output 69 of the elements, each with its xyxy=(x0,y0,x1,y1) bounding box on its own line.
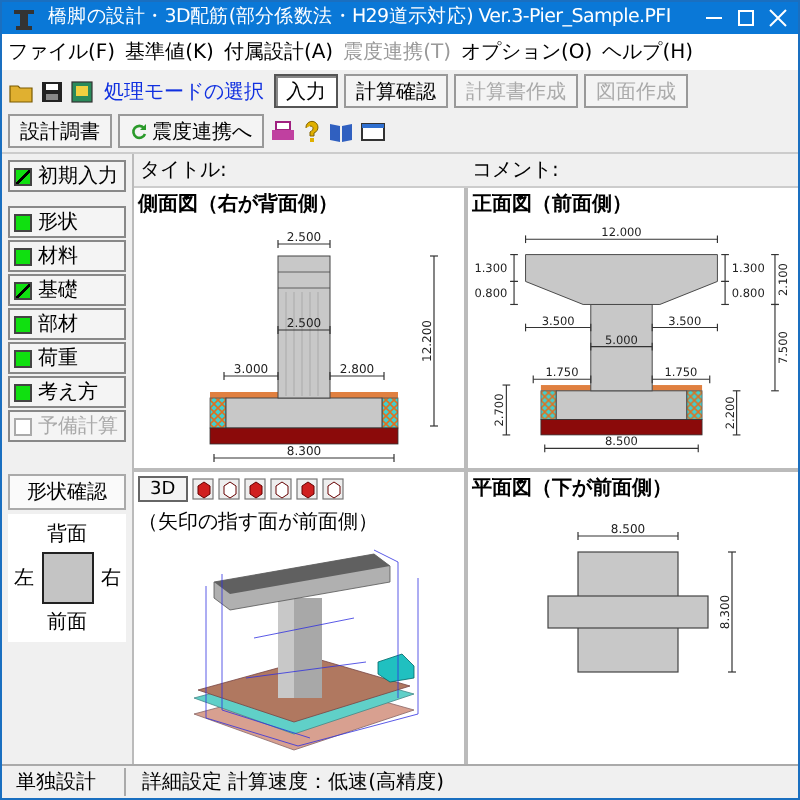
help-icon[interactable] xyxy=(302,119,322,143)
dimension-line xyxy=(732,390,741,436)
view-cube-icon[interactable] xyxy=(243,478,266,500)
dimension-line xyxy=(651,323,718,332)
nav-button[interactable]: 初期入力 xyxy=(8,160,126,192)
window-icon[interactable] xyxy=(360,119,386,143)
dimension-line xyxy=(651,374,711,384)
3d-button[interactable]: 3D xyxy=(138,476,188,502)
view-cube-icon[interactable] xyxy=(217,478,240,500)
book-icon[interactable] xyxy=(328,119,354,143)
mode-button[interactable]: 設計調書 xyxy=(8,114,112,148)
view-title: 正面図（前面側） xyxy=(470,191,634,220)
pier-column xyxy=(277,255,331,399)
mode-button[interactable]: 計算確認 xyxy=(344,74,448,108)
pier-column xyxy=(590,304,653,392)
comment-label: コメント: xyxy=(470,158,561,186)
dimension-line xyxy=(223,371,279,381)
dimension-line xyxy=(277,239,331,249)
save-icon[interactable] xyxy=(40,79,64,103)
mode-button[interactable]: 入力 xyxy=(274,74,338,108)
top-soil-strip xyxy=(540,385,591,391)
window-title: 橋脚の設計・3D配筋(部分係数法・H29道示対応) Ver.3-Pier_Sample.PFI xyxy=(48,6,673,30)
nav-button[interactable]: 部材 xyxy=(8,308,126,340)
dimension-line xyxy=(329,371,385,381)
refresh-icon xyxy=(130,122,148,140)
link-button[interactable]: 震度連携へ xyxy=(118,114,264,148)
view-cube-icon[interactable] xyxy=(295,478,318,500)
menu-item[interactable]: 付属設計(A) xyxy=(223,38,334,66)
view-cube-icon[interactable] xyxy=(191,478,214,500)
dimension-line xyxy=(532,374,592,384)
orientation-square xyxy=(41,552,93,604)
backfill-hatch xyxy=(540,390,557,420)
backfill-hatch xyxy=(209,397,227,429)
nav-button[interactable]: 材料 xyxy=(8,240,126,272)
dimension-line xyxy=(727,551,737,673)
view-cube-icon[interactable] xyxy=(269,478,292,500)
section-label: 形状確認 xyxy=(8,474,126,510)
title-label: タイトル: xyxy=(138,158,229,186)
menu-item[interactable]: 基準値(K) xyxy=(125,38,214,66)
nav-button[interactable]: 基礎 xyxy=(8,274,126,306)
nav-button[interactable]: 考え方 xyxy=(8,376,126,408)
status-text: 詳細設定 計算速度：低速(高精度) xyxy=(140,769,446,796)
status-text: 単独設計 xyxy=(8,768,126,796)
dimension-line xyxy=(277,325,331,335)
dimension-line xyxy=(577,531,679,541)
mode-label: 処理モードの選択 xyxy=(104,79,264,105)
orientation-label: 背面 xyxy=(47,521,87,548)
nav-button[interactable]: 形状 xyxy=(8,206,126,238)
view-title: 平面図（下が前面側） xyxy=(470,475,674,504)
image-icon[interactable] xyxy=(70,79,94,103)
menu-item[interactable]: ヘルプ(H) xyxy=(602,38,694,66)
orientation-label: 右 xyxy=(100,566,121,592)
view-title: 側面図（右が背面側） xyxy=(135,191,340,220)
footing-slab xyxy=(555,390,688,421)
maximize-icon[interactable] xyxy=(736,8,756,28)
view-caption: （矢印の指す面が前面側） xyxy=(136,509,380,538)
dimension-line xyxy=(525,323,592,332)
view-cube-icon[interactable] xyxy=(321,478,344,500)
printer-icon[interactable] xyxy=(270,119,296,143)
orientation-label: 左 xyxy=(13,566,34,592)
app-icon xyxy=(12,7,36,29)
dimension-line xyxy=(501,384,511,436)
top-soil-strip xyxy=(652,385,703,391)
nav-button[interactable]: 荷重 xyxy=(8,342,126,374)
orientation-label: 前面 xyxy=(47,610,87,636)
close-icon[interactable] xyxy=(768,8,788,28)
dimension-line xyxy=(590,342,653,352)
menu-item[interactable]: オプション(O) xyxy=(461,38,593,66)
menu-item[interactable]: ファイル(F) xyxy=(8,38,116,66)
